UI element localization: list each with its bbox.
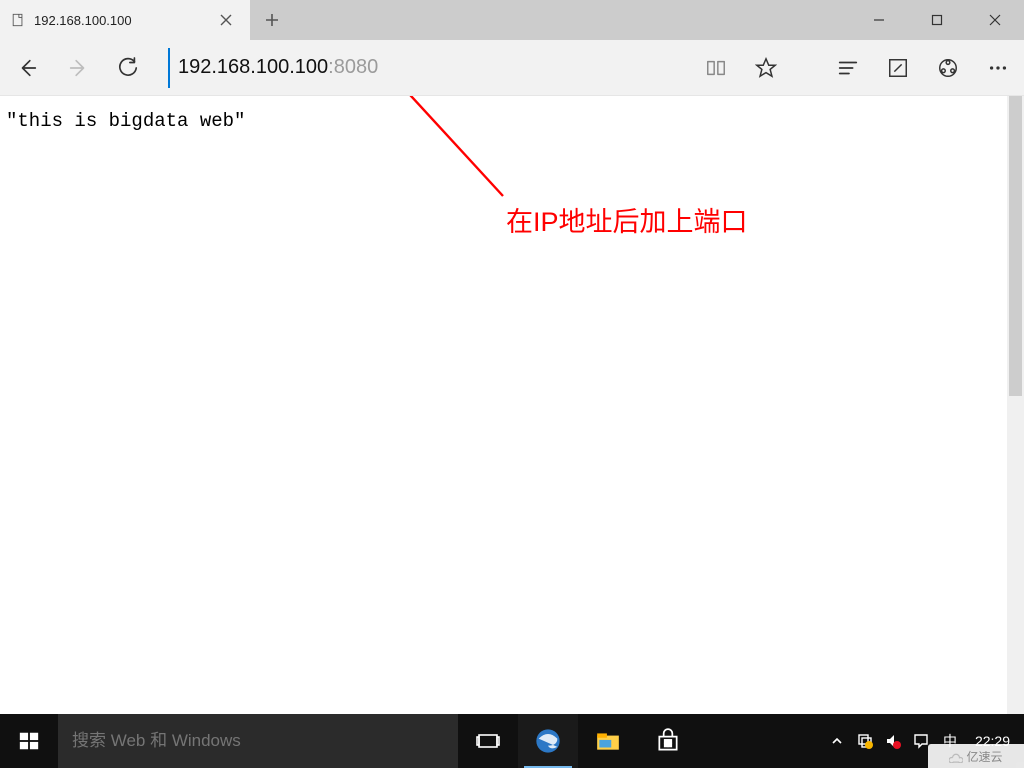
address-bar[interactable]: 192.168.100.100:8080: [168, 48, 678, 88]
more-button[interactable]: [982, 52, 1014, 84]
titlebar: 192.168.100.100: [0, 0, 1024, 40]
scrollbar-thumb[interactable]: [1009, 96, 1022, 396]
annotation-text: 在IP地址后加上端口: [506, 200, 748, 239]
favorites-button[interactable]: [750, 52, 782, 84]
taskbar-apps: [458, 714, 698, 768]
new-tab-button[interactable]: [250, 0, 294, 40]
tab-title: 192.168.100.100: [34, 13, 212, 28]
warning-badge-icon: [865, 741, 873, 749]
windows-taskbar: 中 22:29 亿速云: [0, 714, 1024, 768]
taskbar-edge[interactable]: [518, 714, 578, 768]
forward-button[interactable]: [60, 50, 96, 86]
taskbar-search-input[interactable]: [58, 714, 458, 768]
taskbar-search[interactable]: [58, 714, 458, 768]
minimize-button[interactable]: [850, 0, 908, 40]
window-controls: [850, 0, 1024, 40]
tray-overflow-icon[interactable]: [827, 731, 847, 751]
share-button[interactable]: [932, 52, 964, 84]
webnote-button[interactable]: [882, 52, 914, 84]
refresh-button[interactable]: [110, 50, 146, 86]
close-tab-button[interactable]: [212, 0, 240, 40]
annotation-arrow: [0, 96, 1024, 714]
taskbar-file-explorer[interactable]: [578, 714, 638, 768]
watermark-text: 亿速云: [966, 748, 1002, 765]
page-body-text: "this is bigdata web": [6, 110, 245, 132]
tray-volume-icon[interactable]: [883, 731, 903, 751]
browser-tab[interactable]: 192.168.100.100: [0, 0, 250, 40]
window-close-button[interactable]: [966, 0, 1024, 40]
address-host: 192.168.100.100: [178, 56, 328, 79]
browser-toolbar: 192.168.100.100:8080: [0, 40, 1024, 96]
start-button[interactable]: [0, 714, 58, 768]
mute-badge-icon: [893, 741, 901, 749]
back-button[interactable]: [10, 50, 46, 86]
vertical-scrollbar[interactable]: [1007, 96, 1024, 714]
tray-network-icon[interactable]: [855, 731, 875, 751]
taskbar-store[interactable]: [638, 714, 698, 768]
task-view-button[interactable]: [458, 714, 518, 768]
reading-view-button[interactable]: [700, 52, 732, 84]
watermark-badge: 亿速云: [928, 744, 1024, 768]
hub-button[interactable]: [832, 52, 864, 84]
toolbar-actions: [700, 52, 1014, 84]
page-viewport: "this is bigdata web" 在IP地址后加上端口: [0, 96, 1024, 714]
address-port: :8080: [328, 56, 378, 79]
blank-page-icon: [10, 12, 26, 28]
maximize-button[interactable]: [908, 0, 966, 40]
